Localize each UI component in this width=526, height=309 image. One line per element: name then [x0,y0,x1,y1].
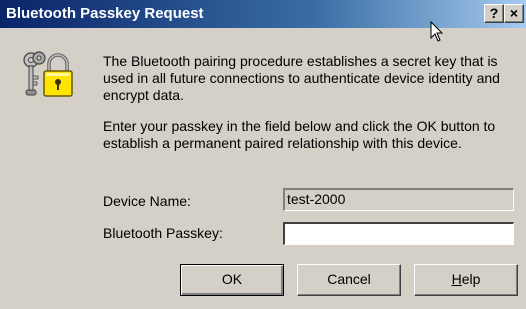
device-name-label: Device Name: [103,193,191,209]
help-button[interactable]: Help [414,264,518,296]
device-name-field: test-2000 [283,188,514,211]
pairing-description: The Bluetooth pairing procedure establis… [103,53,500,103]
passkey-label: Bluetooth Passkey: [103,225,223,241]
help-title-button[interactable]: ? [484,4,504,23]
ok-button[interactable]: OK [180,264,284,296]
mouse-pointer-icon [430,21,444,42]
help-label-rest: elp [461,271,481,287]
cancel-button[interactable]: Cancel [297,264,401,296]
passkey-input[interactable] [283,222,514,245]
window-title: Bluetooth Passkey Request [6,5,204,22]
passkey-instructions: Enter your passkey in the field below an… [103,118,496,151]
title-bar[interactable]: Bluetooth Passkey Request ? × [0,0,526,28]
passkey-dialog: Bluetooth Passkey Request ? × The Blueto… [0,0,526,309]
help-mnemonic: H [451,271,462,287]
close-button[interactable]: × [504,4,524,23]
keys-and-padlock-icon [23,51,73,97]
